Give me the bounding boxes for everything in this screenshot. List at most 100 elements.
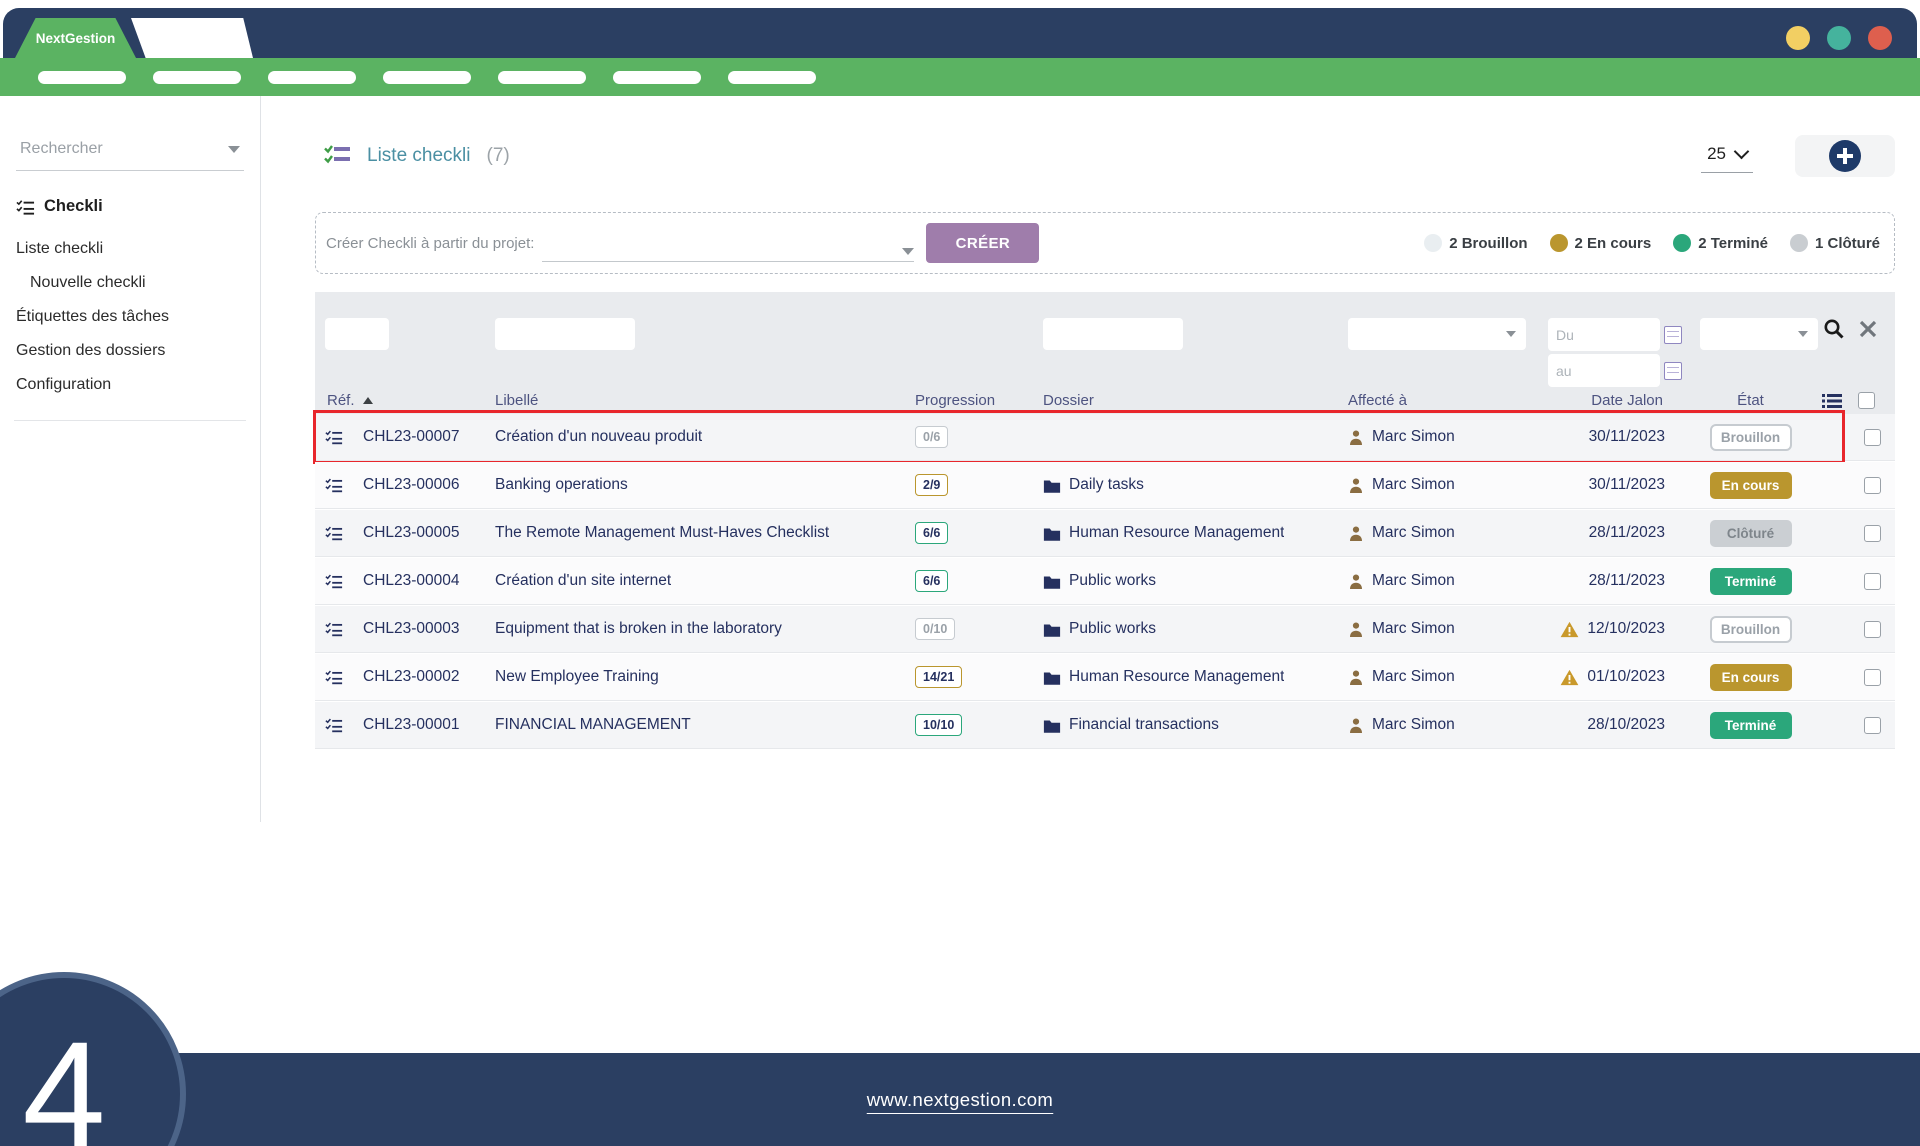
sidebar-item[interactable]: Configuration	[16, 368, 244, 402]
footer-link[interactable]: www.nextgestion.com	[867, 1089, 1054, 1111]
checklist-icon	[16, 199, 35, 215]
brand-tab: NextGestion	[15, 18, 136, 58]
add-checkli-button[interactable]	[1795, 135, 1895, 177]
nav-pill	[268, 71, 356, 84]
checklist-icon	[325, 429, 363, 445]
main-panel: Liste checkli (7) 25 Créer Checkli à par…	[261, 96, 1920, 822]
progression-badge: 14/21	[915, 666, 962, 688]
nav-pill	[38, 71, 126, 84]
column-header-etat[interactable]: État	[1683, 392, 1818, 409]
folder-icon	[1043, 670, 1061, 685]
checklist-icon	[325, 717, 363, 733]
sidebar-item[interactable]: Gestion des dossiers	[16, 334, 244, 368]
status-badge: Brouillon	[1710, 424, 1792, 451]
sidebar-item-label: Gestion des dossiers	[16, 342, 165, 359]
checklist-icon	[325, 477, 363, 493]
row-affecte: Marc Simon	[1372, 476, 1455, 494]
column-header-progression[interactable]: Progression	[915, 392, 1043, 409]
search-icon[interactable]	[1823, 318, 1845, 340]
window-dot-icon[interactable]	[1786, 26, 1810, 50]
filter-date-to-input[interactable]	[1548, 354, 1660, 387]
slide-number: 4	[22, 1019, 105, 1146]
filter-date-from-input[interactable]	[1548, 318, 1660, 351]
sidebar-item[interactable]: Nouvelle checkli	[16, 266, 244, 300]
calendar-icon[interactable]	[1664, 326, 1682, 344]
status-badge: En cours	[1710, 664, 1792, 691]
window-dot-icon[interactable]	[1827, 26, 1851, 50]
status-badge: Clôturé	[1710, 520, 1792, 547]
person-icon	[1348, 573, 1364, 590]
table-body: CHL23-00007 Création d'un nouveau produi…	[315, 414, 1895, 748]
filter-date-range	[1548, 318, 1683, 387]
sidebar-item[interactable]: Liste checkli	[16, 232, 244, 266]
table-row[interactable]: CHL23-00005 The Remote Management Must-H…	[315, 510, 1895, 556]
row-ref: CHL23-00002	[363, 668, 460, 686]
filter-affecte-select[interactable]	[1348, 318, 1526, 350]
row-affecte: Marc Simon	[1372, 524, 1455, 542]
status-legend: 2 Brouillon 2 En cours 2 Terminé 1 Clôtu…	[1424, 234, 1880, 252]
warning-icon	[1560, 621, 1579, 638]
sidebar-section-label: Checkli	[44, 197, 103, 216]
sidebar-section-checkli[interactable]: Checkli	[16, 197, 244, 216]
calendar-icon[interactable]	[1664, 362, 1682, 380]
sidebar-item-label: Nouvelle checkli	[30, 274, 146, 291]
row-date: 12/10/2023	[1587, 620, 1665, 638]
page-title-text: Liste checkli	[367, 145, 471, 167]
row-dossier: Public works	[1069, 620, 1156, 638]
table-row[interactable]: CHL23-00003 Equipment that is broken in …	[315, 606, 1895, 652]
row-date: 30/11/2023	[1589, 428, 1665, 446]
column-header-libelle[interactable]: Libellé	[495, 392, 915, 409]
chevron-down-icon	[902, 248, 914, 255]
table-row[interactable]: CHL23-00002 New Employee Training 14/21 …	[315, 654, 1895, 700]
row-ref: CHL23-00005	[363, 524, 460, 542]
nav-pill	[728, 71, 816, 84]
status-badge: Terminé	[1710, 712, 1792, 739]
progression-badge: 6/6	[915, 570, 948, 592]
nav-pill	[383, 71, 471, 84]
column-header-date[interactable]: Date Jalon	[1548, 392, 1683, 409]
column-header-ref[interactable]: Réf.	[325, 392, 495, 409]
row-libelle: New Employee Training	[495, 668, 659, 686]
legend-item: 1 Clôturé	[1790, 234, 1880, 252]
row-affecte: Marc Simon	[1372, 572, 1455, 590]
row-libelle: The Remote Management Must-Haves Checkli…	[495, 524, 829, 542]
row-checkbox[interactable]	[1864, 669, 1881, 686]
progression-badge: 2/9	[915, 474, 948, 496]
checkli-table: Réf. Libellé Progression Dossier Affecté…	[315, 292, 1895, 748]
table-row[interactable]: CHL23-00004 Création d'un site internet …	[315, 558, 1895, 604]
sidebar-items: Liste checkli Nouvelle checkli Étiquette…	[16, 232, 244, 402]
window-dot-icon[interactable]	[1868, 26, 1892, 50]
folder-icon	[1043, 622, 1061, 637]
page-size-value: 25	[1707, 144, 1726, 164]
status-badge: En cours	[1710, 472, 1792, 499]
row-checkbox[interactable]	[1864, 525, 1881, 542]
toolbar-right: 25	[1701, 135, 1895, 177]
column-header-dossier[interactable]: Dossier	[1043, 392, 1348, 409]
create-button[interactable]: CRÉER	[926, 223, 1039, 263]
row-checkbox[interactable]	[1864, 477, 1881, 494]
row-ref: CHL23-00006	[363, 476, 460, 494]
checklist-icon	[325, 621, 363, 637]
column-header-affecte[interactable]: Affecté à	[1348, 392, 1548, 409]
window-dots	[1786, 26, 1892, 50]
project-select[interactable]	[542, 225, 914, 262]
list-icon[interactable]	[1822, 393, 1842, 409]
row-checkbox[interactable]	[1864, 429, 1881, 446]
filter-etat-select[interactable]	[1700, 318, 1818, 350]
table-row[interactable]: CHL23-00001 FINANCIAL MANAGEMENT 10/10 F…	[315, 702, 1895, 748]
filter-dossier-input[interactable]	[1043, 318, 1183, 350]
sidebar-item[interactable]: Étiquettes des tâches	[16, 300, 244, 334]
select-all-checkbox[interactable]	[1858, 392, 1875, 409]
row-checkbox[interactable]	[1864, 717, 1881, 734]
filter-ref-input[interactable]	[325, 318, 389, 350]
table-row[interactable]: CHL23-00006 Banking operations 2/9 Daily…	[315, 462, 1895, 508]
row-checkbox[interactable]	[1864, 573, 1881, 590]
sidebar-menu: Checkli Liste checkli Nouvelle checkli É…	[14, 197, 246, 421]
sidebar-search[interactable]: Rechercher	[16, 126, 244, 171]
table-row[interactable]: CHL23-00007 Création d'un nouveau produi…	[315, 414, 1895, 460]
page-size-select[interactable]: 25	[1701, 140, 1753, 173]
sidebar: Rechercher Checkli Liste checkli Nouvell…	[0, 96, 261, 822]
row-checkbox[interactable]	[1864, 621, 1881, 638]
close-icon[interactable]	[1859, 320, 1877, 338]
filter-libelle-input[interactable]	[495, 318, 635, 350]
